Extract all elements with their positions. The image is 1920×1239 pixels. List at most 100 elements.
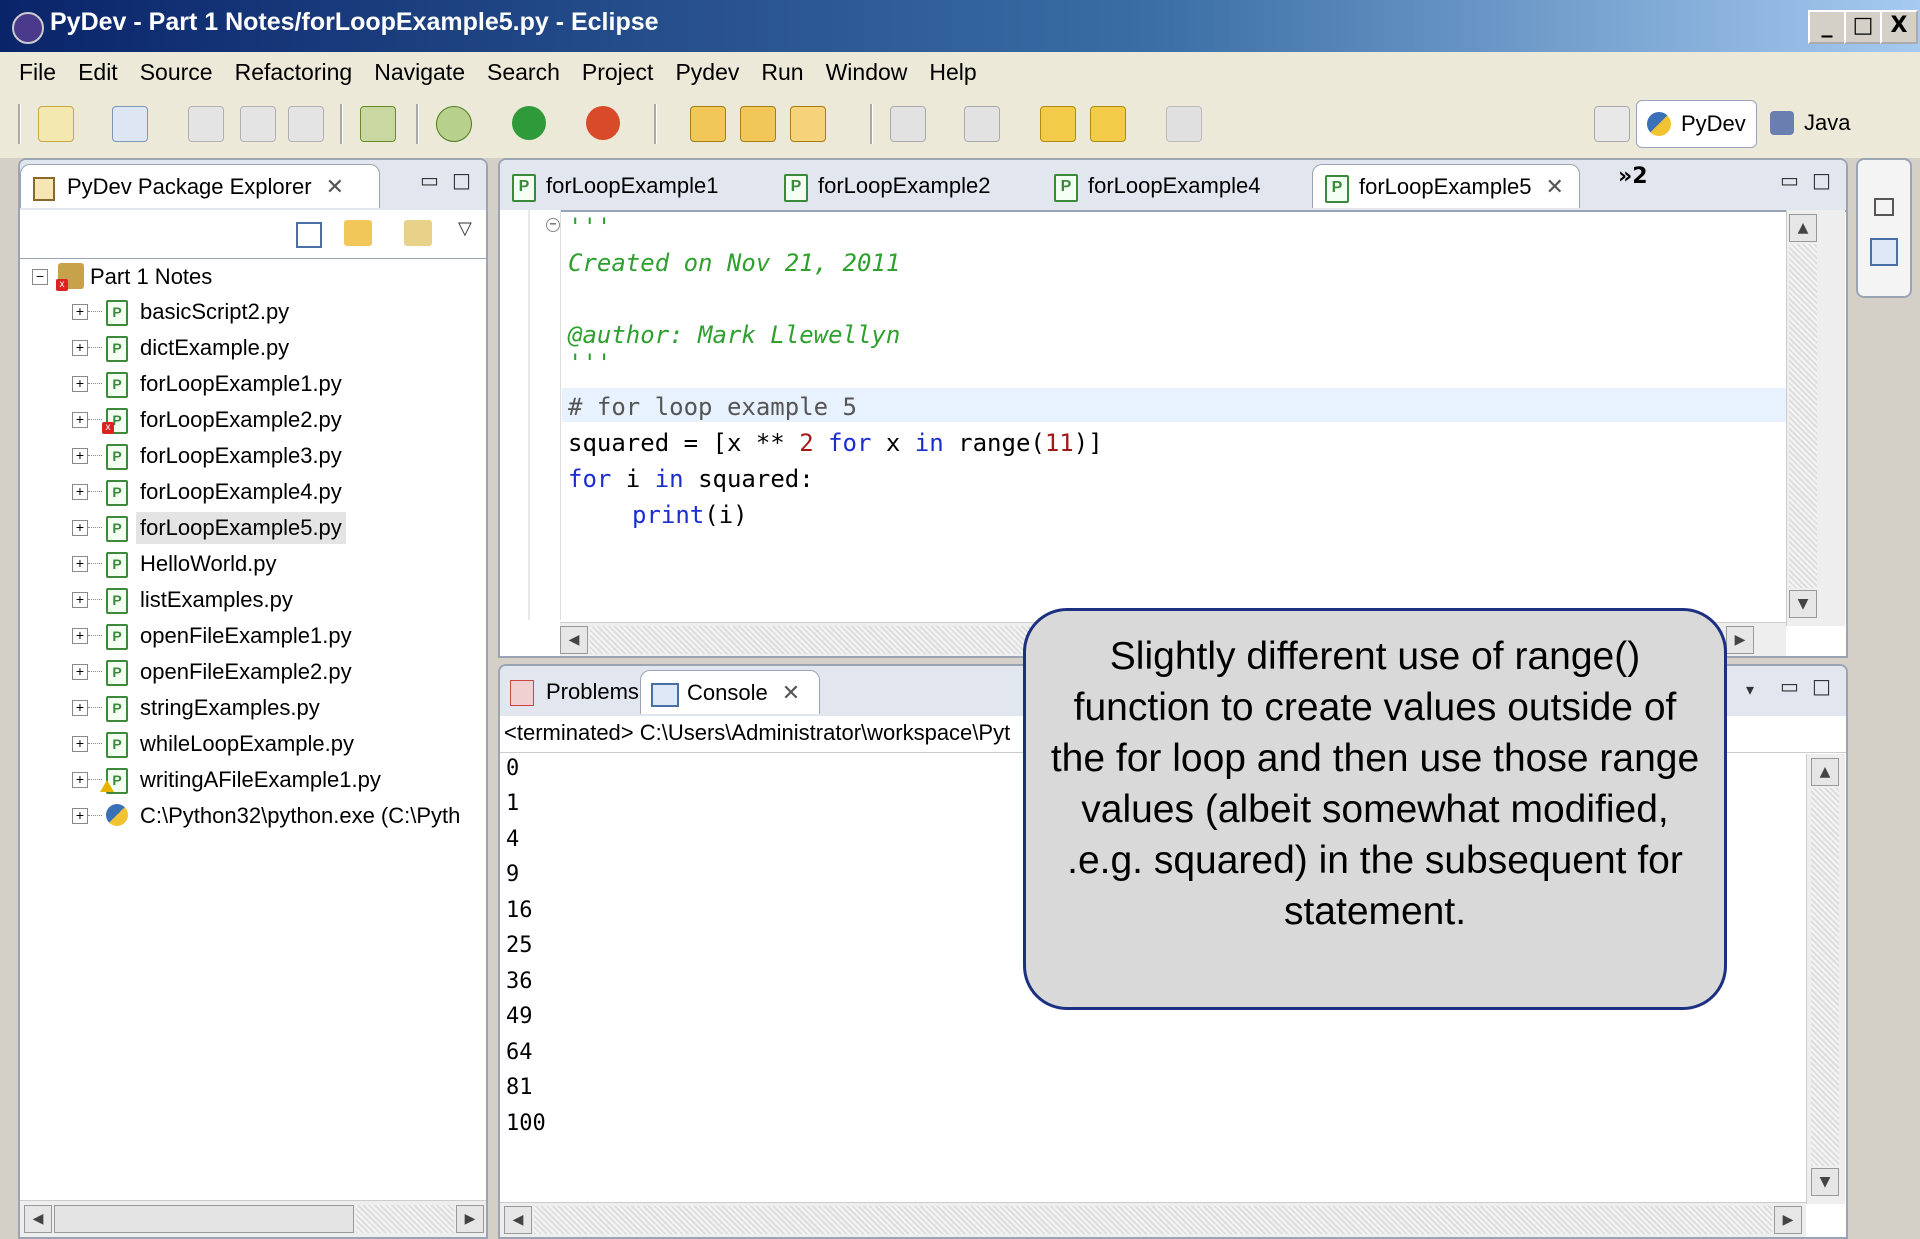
- package-icon[interactable]: [360, 106, 396, 142]
- maximize-view-icon[interactable]: □: [1812, 674, 1831, 698]
- tree-file-row-selected[interactable]: + P forLoopExample5.py: [72, 512, 472, 544]
- scroll-up-icon[interactable]: ▲: [1811, 758, 1839, 786]
- menu-edit[interactable]: Edit: [67, 52, 129, 92]
- maximize-view-icon[interactable]: □: [1812, 168, 1831, 192]
- scroll-right-icon[interactable]: ▶: [1774, 1206, 1802, 1234]
- menu-run[interactable]: Run: [750, 52, 814, 92]
- forward-icon[interactable]: [1166, 106, 1202, 142]
- minimize-button[interactable]: _: [1808, 10, 1846, 44]
- collapse-all-icon[interactable]: [296, 222, 322, 248]
- explorer-horizontal-scrollbar[interactable]: ◀ ▶: [20, 1200, 486, 1237]
- scroll-right-icon[interactable]: ▶: [456, 1205, 484, 1233]
- tab-problems[interactable]: Problems: [500, 670, 640, 714]
- tree-file-row[interactable]: + P x forLoopExample2.py: [72, 404, 472, 436]
- pydev-perspective-button[interactable]: PyDev: [1636, 100, 1757, 148]
- tree-file-row[interactable]: + P forLoopExample4.py: [72, 476, 472, 508]
- tab-forloopexample4[interactable]: PforLoopExample4: [1042, 164, 1312, 208]
- last-edit-icon[interactable]: [1040, 106, 1076, 142]
- scroll-thumb[interactable]: [54, 1205, 354, 1233]
- save-all-icon[interactable]: [240, 106, 276, 142]
- close-icon[interactable]: ✕: [782, 680, 800, 705]
- expand-icon[interactable]: +: [72, 304, 88, 320]
- code-area[interactable]: ''' Created on Nov 21, 2011 @author: Mar…: [568, 212, 1768, 612]
- minimize-view-icon[interactable]: ▭: [1780, 674, 1799, 698]
- scroll-left-icon[interactable]: ◀: [24, 1205, 52, 1233]
- editor-vertical-scrollbar[interactable]: ▲ ▼: [1786, 210, 1845, 626]
- tab-package-explorer[interactable]: PyDev Package Explorer ✕: [20, 164, 380, 208]
- scroll-down-icon[interactable]: ▼: [1789, 590, 1817, 618]
- next-annotation-icon[interactable]: [890, 106, 926, 142]
- scroll-left-icon[interactable]: ◀: [504, 1206, 532, 1234]
- save-icon[interactable]: [188, 106, 224, 142]
- scroll-up-icon[interactable]: ▲: [1789, 214, 1817, 242]
- tab-console[interactable]: Console ✕: [640, 670, 820, 714]
- expand-icon[interactable]: +: [72, 340, 88, 356]
- brush-icon[interactable]: [790, 106, 826, 142]
- tab-forloopexample2[interactable]: PforLoopExample2: [772, 164, 1042, 208]
- tab-forloopexample5[interactable]: PforLoopExample5 ✕: [1312, 164, 1580, 208]
- expand-icon[interactable]: +: [72, 736, 88, 752]
- menu-window[interactable]: Window: [815, 52, 919, 92]
- menu-project[interactable]: Project: [571, 52, 665, 92]
- close-button[interactable]: X: [1880, 10, 1918, 44]
- open-perspective-icon[interactable]: [1594, 106, 1630, 142]
- menu-file[interactable]: File: [8, 52, 67, 92]
- debug-icon[interactable]: [436, 106, 472, 142]
- fold-icon[interactable]: −: [546, 218, 560, 232]
- previous-annotation-icon[interactable]: [964, 106, 1000, 142]
- new-icon[interactable]: [38, 106, 74, 142]
- expand-icon[interactable]: +: [72, 772, 88, 788]
- menu-source[interactable]: Source: [129, 52, 224, 92]
- expand-icon[interactable]: +: [72, 556, 88, 572]
- tree-project-row[interactable]: − x Part 1 Notes: [32, 261, 472, 293]
- print-icon[interactable]: [288, 106, 324, 142]
- tree-file-row[interactable]: + P listExamples.py: [72, 584, 472, 616]
- tree-file-row[interactable]: + P stringExamples.py: [72, 692, 472, 724]
- filter-icon[interactable]: [404, 220, 432, 246]
- expand-icon[interactable]: +: [72, 808, 88, 824]
- menu-help[interactable]: Help: [918, 52, 987, 92]
- collapse-icon[interactable]: −: [32, 269, 48, 285]
- view-menu-icon[interactable]: ▾: [1746, 680, 1754, 699]
- title-bar[interactable]: PyDev - Part 1 Notes/forLoopExample5.py …: [0, 0, 1920, 52]
- scroll-left-icon[interactable]: ◀: [560, 626, 588, 654]
- scroll-right-icon[interactable]: ▶: [1726, 626, 1754, 654]
- tree-file-row[interactable]: + P openFileExample2.py: [72, 656, 472, 688]
- close-icon[interactable]: ✕: [326, 174, 344, 199]
- expand-icon[interactable]: +: [72, 664, 88, 680]
- tree-interpreter-row[interactable]: + C:\Python32\python.exe (C:\Pyth: [72, 800, 484, 832]
- expand-icon[interactable]: +: [72, 484, 88, 500]
- menu-navigate[interactable]: Navigate: [363, 52, 476, 92]
- menu-pydev[interactable]: Pydev: [664, 52, 750, 92]
- tree-file-row[interactable]: + P openFileExample1.py: [72, 620, 472, 652]
- tree-file-row[interactable]: + P HelloWorld.py: [72, 548, 472, 580]
- link-with-editor-icon[interactable]: [344, 220, 372, 246]
- console-horizontal-scrollbar[interactable]: ◀ ▶: [500, 1202, 1806, 1237]
- restore-icon[interactable]: [1874, 198, 1894, 216]
- minimize-view-icon[interactable]: ▭: [1780, 168, 1799, 192]
- expand-icon[interactable]: +: [72, 376, 88, 392]
- expand-icon[interactable]: +: [72, 628, 88, 644]
- menu-search[interactable]: Search: [476, 52, 571, 92]
- open-type-icon[interactable]: [690, 106, 726, 142]
- view-menu-icon[interactable]: ▽: [458, 218, 472, 239]
- console-vertical-scrollbar[interactable]: ▲ ▼: [1806, 754, 1845, 1204]
- external-tools-icon[interactable]: [586, 106, 620, 140]
- tree-file-row[interactable]: + P whileLoopExample.py: [72, 728, 472, 760]
- back-icon[interactable]: [1090, 106, 1126, 142]
- maximize-button[interactable]: □: [1844, 10, 1882, 44]
- close-icon[interactable]: ✕: [1545, 174, 1563, 199]
- tree-file-row[interactable]: + P dictExample.py: [72, 332, 472, 364]
- new-module-icon[interactable]: [112, 106, 148, 142]
- expand-icon[interactable]: +: [72, 448, 88, 464]
- expand-icon[interactable]: +: [72, 520, 88, 536]
- tab-forloopexample1[interactable]: PforLoopExample1: [500, 164, 770, 208]
- scroll-down-icon[interactable]: ▼: [1811, 1168, 1839, 1196]
- java-perspective-button[interactable]: Java: [1760, 100, 1860, 146]
- minimize-view-icon[interactable]: ▭: [420, 168, 439, 192]
- menu-refactoring[interactable]: Refactoring: [224, 52, 364, 92]
- tree-file-row[interactable]: + P writingAFileExample1.py: [72, 764, 472, 796]
- run-icon[interactable]: [512, 106, 546, 140]
- outline-view-icon[interactable]: [1870, 238, 1898, 266]
- expand-icon[interactable]: +: [72, 592, 88, 608]
